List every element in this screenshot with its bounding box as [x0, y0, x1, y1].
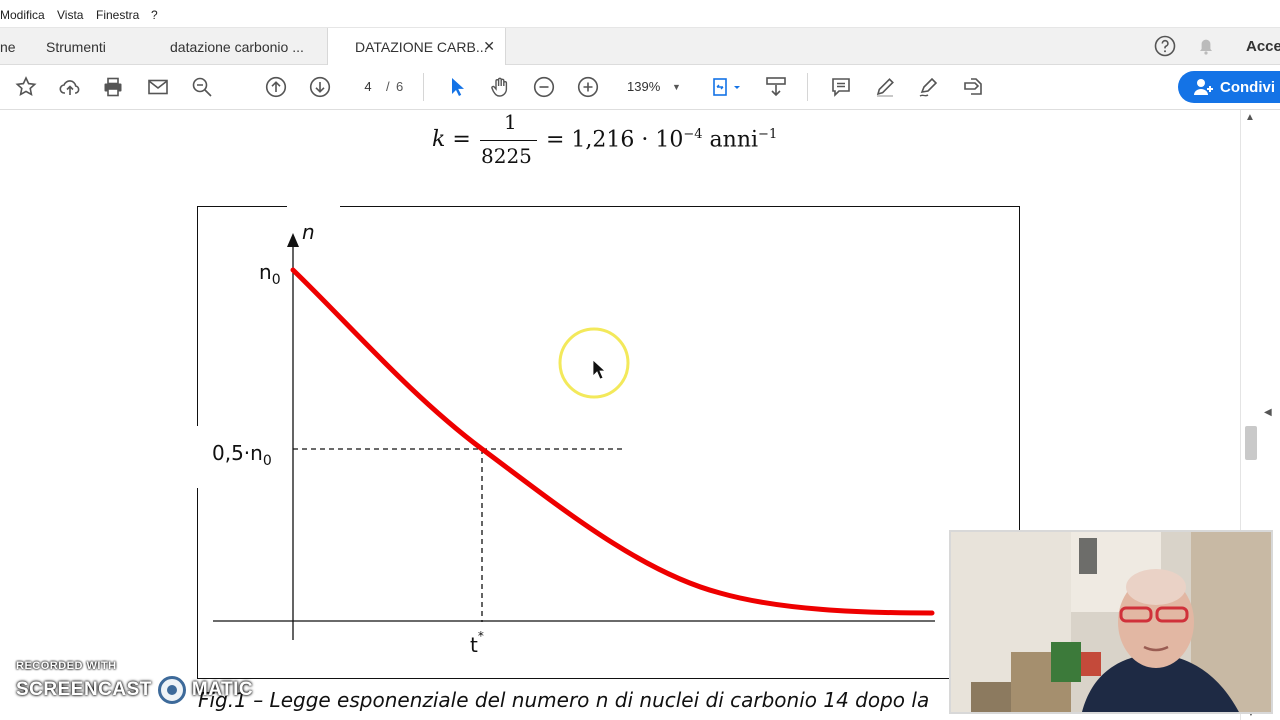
menu-finestra[interactable]: Finestra — [96, 8, 139, 22]
webcam-video-frame — [951, 532, 1271, 712]
watermark-brand-right: MATIC — [191, 679, 254, 700]
zoom-out-icon[interactable] — [530, 73, 558, 101]
zoom-search-icon[interactable] — [188, 73, 216, 101]
tab-tools-label: Strumenti — [46, 38, 106, 55]
watermark-brand-left: SCREENCAST — [16, 679, 152, 700]
menu-vista[interactable]: Vista — [57, 8, 83, 22]
menu-help[interactable]: ? — [151, 8, 158, 22]
comment-icon[interactable] — [827, 73, 855, 101]
toolbar-divider — [807, 73, 808, 101]
tab-tools[interactable]: Strumenti — [46, 28, 146, 65]
screencast-watermark: RECORDED WITH SCREENCAST MATIC — [16, 660, 253, 704]
menu-bar: Modifica Vista Finestra ? — [0, 0, 1280, 27]
tab-document-1[interactable]: datazione carbonio ... — [146, 28, 328, 65]
select-cursor-icon[interactable] — [443, 73, 471, 101]
page-up-icon[interactable] — [262, 73, 290, 101]
acrobat-window: Modifica Vista Finestra ? ne Strumenti d… — [0, 0, 1280, 720]
panel-collapse-icon[interactable]: ◀ — [1264, 407, 1272, 418]
half-n0-label: 0,5·n0 — [212, 441, 272, 469]
zoom-level-value: 139% — [627, 79, 661, 94]
screencast-logo-icon — [157, 676, 186, 704]
scroll-up-icon[interactable]: ▲ — [1245, 112, 1255, 123]
zoom-level-select[interactable]: 139% ▼ — [617, 76, 689, 98]
share-button[interactable]: Condivi — [1178, 71, 1280, 103]
menu-modifica[interactable]: Modifica — [0, 8, 45, 22]
redact-tool-icon[interactable] — [959, 73, 987, 101]
email-icon[interactable] — [144, 73, 172, 101]
hand-tool-icon[interactable] — [486, 73, 514, 101]
watermark-brand: SCREENCAST MATIC — [16, 676, 253, 704]
fit-page-icon[interactable] — [706, 73, 746, 101]
chevron-down-icon: ▼ — [672, 82, 681, 92]
pencil-icon[interactable] — [871, 73, 899, 101]
cloud-upload-icon[interactable] — [56, 73, 84, 101]
watermark-recorded-text: RECORDED WITH — [16, 660, 117, 672]
star-icon[interactable] — [12, 73, 40, 101]
toolbar-divider — [423, 73, 424, 101]
t-star-label: t* — [470, 629, 484, 657]
frame-gap — [192, 426, 202, 488]
toolbar: 4 / 6 139% ▼ — [0, 65, 1280, 110]
help-icon[interactable] — [1151, 32, 1179, 60]
page-down-icon[interactable] — [306, 73, 334, 101]
tab-home[interactable]: ne — [0, 28, 30, 65]
figure-frame — [197, 206, 1020, 679]
frame-gap — [287, 202, 340, 210]
tab-bar: ne Strumenti datazione carbonio ... DATA… — [0, 27, 1280, 66]
tab-document-2[interactable]: DATAZIONE CARB... ✕ — [328, 28, 506, 66]
decay-curve — [290, 267, 935, 616]
page-separator: / — [386, 79, 390, 94]
page-total: 6 — [396, 79, 404, 94]
mouse-cursor-icon — [592, 359, 607, 380]
webcam-overlay — [949, 530, 1273, 714]
page-number-input[interactable]: 4 — [354, 77, 382, 97]
y-axis-arrow — [287, 233, 299, 247]
bell-icon[interactable] — [1192, 32, 1220, 60]
scroll-thumb[interactable] — [1245, 426, 1257, 460]
figure-caption: Fig.1 – Legge esponenziale del numero n … — [198, 688, 930, 712]
zoom-in-icon[interactable] — [574, 73, 602, 101]
tab-document-2-label: DATAZIONE CARB... — [355, 39, 488, 55]
print-icon[interactable] — [99, 73, 127, 101]
sign-pen-icon[interactable] — [915, 73, 943, 101]
add-user-icon — [1192, 77, 1214, 97]
close-tab-button[interactable]: ✕ — [483, 38, 495, 55]
scroll-mode-icon[interactable] — [762, 73, 790, 101]
tab-home-label: ne — [0, 38, 16, 55]
y-axis-label: n — [302, 220, 315, 244]
share-button-label: Condivi — [1220, 78, 1275, 96]
account-label[interactable]: Acce — [1246, 28, 1280, 65]
tab-document-1-label: datazione carbonio ... — [170, 38, 304, 55]
n0-label: n0 — [259, 260, 281, 288]
